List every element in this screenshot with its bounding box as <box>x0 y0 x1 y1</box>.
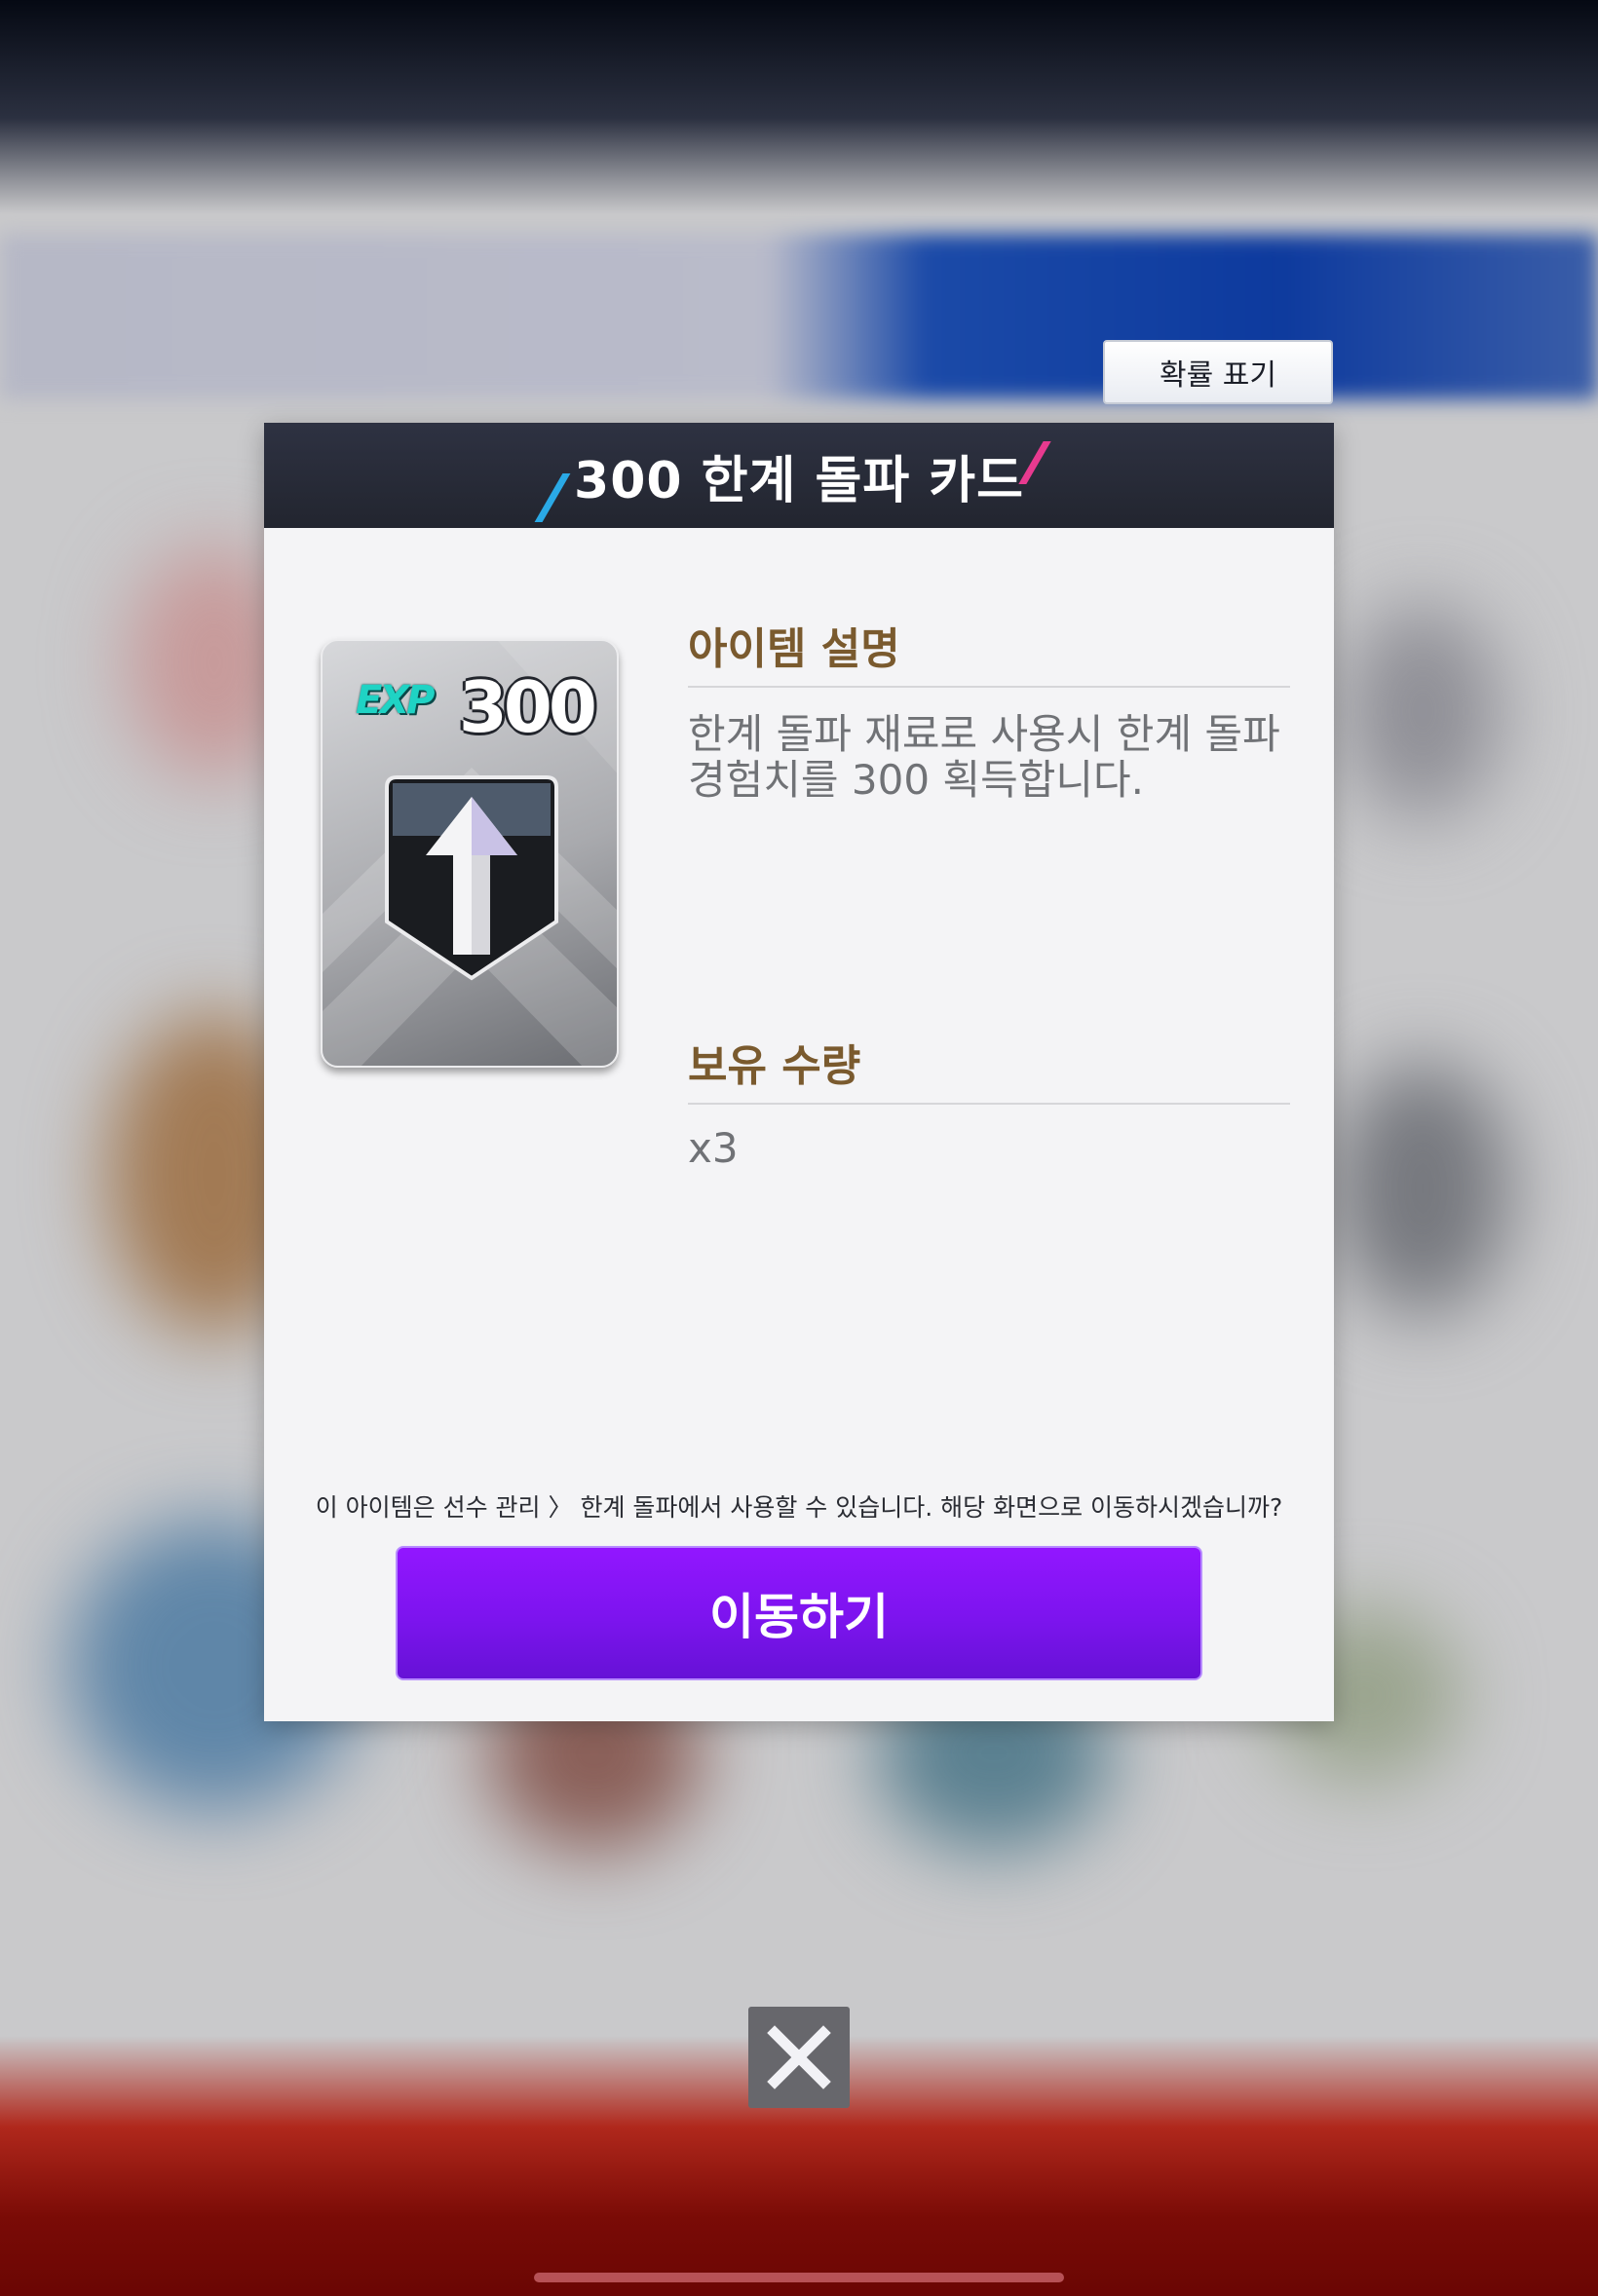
item-info-modal: 300 한계 돌파 카드 EXP 300 아이템 설명 한계 돌파 재료로 사용… <box>264 423 1334 1721</box>
description-divider <box>688 686 1290 688</box>
probability-display-button[interactable]: 확률 표기 <box>1103 340 1333 404</box>
modal-title: 300 한계 돌파 카드 <box>574 451 1024 510</box>
move-button[interactable]: 이동하기 <box>396 1546 1202 1680</box>
description-line: 한계 돌파 재료로 사용시 한계 돌파 <box>688 710 1280 758</box>
exp-label: EXP <box>356 678 436 723</box>
close-icon <box>767 2025 831 2089</box>
card-value: 300 <box>458 666 597 748</box>
description-label: 아이템 설명 <box>688 624 900 674</box>
quantity-value: x3 <box>688 1124 739 1172</box>
item-card-image: EXP 300 <box>321 639 619 1068</box>
home-indicator <box>534 2273 1064 2282</box>
navigation-note: 이 아이템은 선수 관리 〉 한계 돌파에서 사용할 수 있습니다. 해당 화면… <box>315 1493 1283 1522</box>
header-slash-left-decoration <box>534 473 571 522</box>
quantity-divider <box>688 1103 1290 1105</box>
description-line: 경험치를 300 획득합니다. <box>688 756 1144 804</box>
item-description: 한계 돌파 재료로 사용시 한계 돌파 경험치를 300 획득합니다. <box>688 711 1302 803</box>
quantity-label: 보유 수량 <box>688 1041 861 1091</box>
modal-header: 300 한계 돌파 카드 <box>264 423 1334 528</box>
close-button[interactable] <box>748 2007 850 2108</box>
